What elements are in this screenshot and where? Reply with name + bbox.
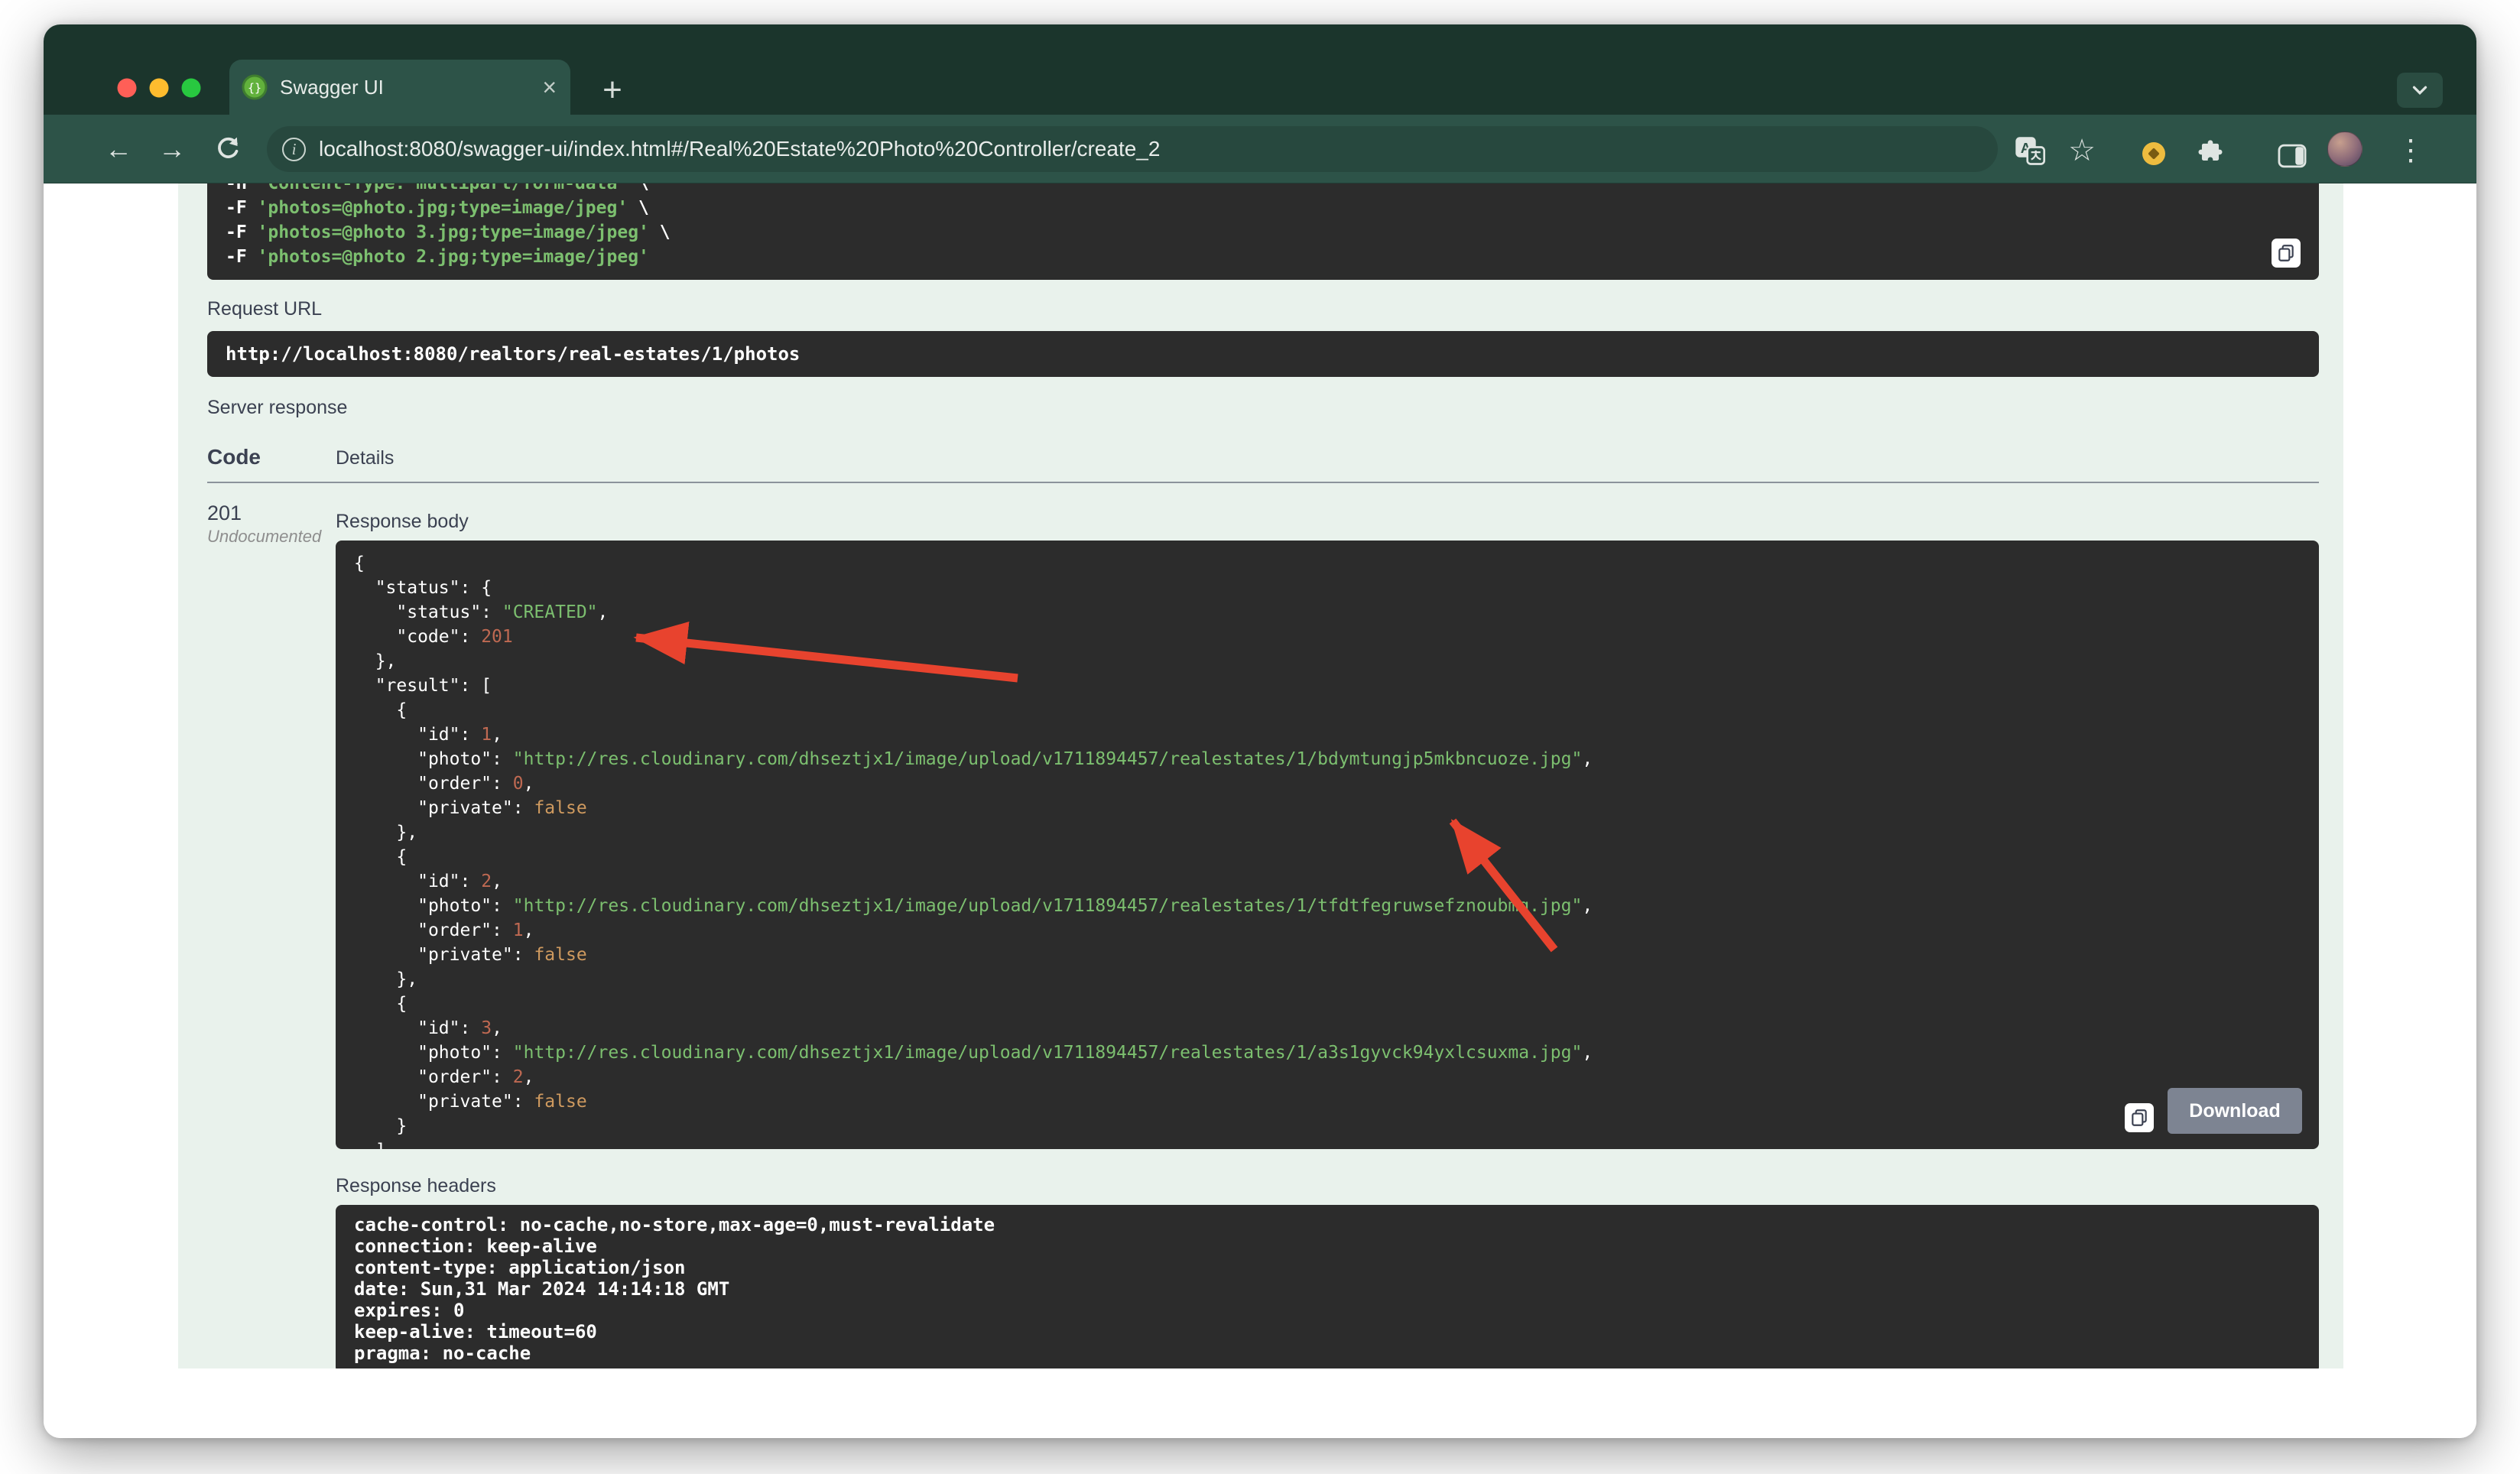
code-line: "status": {: [375, 578, 492, 598]
code-line: date: Sun,31 Mar 2024 14:14:18 GMT: [354, 1278, 730, 1300]
minimize-window-button[interactable]: [149, 78, 169, 98]
copy-curl-button[interactable]: [2272, 239, 2301, 268]
copy-icon: [2278, 245, 2294, 261]
code-line: "status": "CREATED",: [396, 602, 609, 622]
browser-window: {} Swagger UI × + ← → i localhost:8080/s…: [44, 24, 2476, 1438]
details-column-header: Details: [336, 447, 395, 469]
translate-button[interactable]: A: [2009, 130, 2051, 173]
code-line: "id": 1,: [417, 725, 502, 745]
response-code-cell: 201 Undocumented: [207, 483, 336, 1368]
reload-icon: [218, 137, 239, 158]
swagger-operation-panel: -H 'Content-Type: multipart/form-data' \…: [178, 183, 2343, 1368]
navigation-bar: ← → i localhost:8080/swagger-ui/index.ht…: [44, 115, 2476, 183]
curl-command-block: -H 'Content-Type: multipart/form-data' \…: [207, 183, 2319, 280]
url-text: localhost:8080/swagger-ui/index.html#/Re…: [319, 137, 1161, 161]
code-line: },: [354, 969, 418, 989]
code-line: keep-alive: timeout=60: [354, 1321, 597, 1343]
code-column-header: Code: [207, 445, 261, 469]
profile-avatar[interactable]: [2327, 131, 2362, 167]
extensions-button[interactable]: [2189, 131, 2232, 174]
gold-extension-icon: [2142, 142, 2165, 165]
code-line: -F 'photos=@photo.jpg;type=image/jpeg' \: [226, 198, 649, 218]
status-code: 201: [207, 502, 242, 524]
code-line: },: [354, 823, 418, 843]
bookmark-star-icon[interactable]: ☆: [2060, 129, 2103, 172]
tab-strip: {} Swagger UI × +: [44, 24, 2476, 115]
code-line: connection: keep-alive: [354, 1235, 597, 1257]
site-info-icon[interactable]: i: [282, 138, 306, 161]
code-line: -F 'photos=@photo 2.jpg;type=image/jpeg': [226, 247, 649, 267]
code-line: "result": [: [375, 676, 492, 696]
code-line: ]: [354, 1138, 2301, 1149]
code-line: "order": 0,: [417, 774, 534, 794]
forward-button[interactable]: →: [151, 128, 193, 170]
code-line: "code": 201: [396, 627, 513, 647]
code-line: -F 'photos=@photo 3.jpg;type=image/jpeg'…: [226, 222, 671, 242]
copy-icon: [2132, 1109, 2147, 1126]
code-line: cache-control: no-cache,no-store,max-age…: [354, 1214, 995, 1235]
copy-response-button[interactable]: [2125, 1103, 2154, 1132]
code-line: {: [354, 994, 408, 1014]
response-row: 201 Undocumented Response body Download: [207, 483, 2319, 1368]
response-headers-label: Response headers: [336, 1175, 496, 1196]
new-tab-button[interactable]: +: [591, 69, 634, 112]
code-line: {: [354, 554, 365, 573]
code-line: }: [354, 1116, 408, 1136]
code-line: "order": 2,: [417, 1067, 534, 1087]
back-button[interactable]: ←: [97, 128, 140, 170]
code-line: "order": 1,: [417, 920, 534, 940]
code-line: "id": 3,: [417, 1018, 502, 1038]
translate-icon: A: [2015, 137, 2046, 165]
svg-text:{}: {}: [248, 81, 261, 95]
browser-tab[interactable]: {} Swagger UI ×: [229, 60, 570, 115]
request-url-label: Request URL: [207, 298, 323, 320]
page-content: -H 'Content-Type: multipart/form-data' \…: [44, 183, 2476, 1438]
code-line: {: [354, 700, 408, 720]
download-button[interactable]: Download: [2168, 1088, 2302, 1134]
code-line: "private": false: [417, 798, 587, 818]
response-details-cell: Response body Download { "status": { "st…: [336, 483, 2319, 1368]
window-controls: [117, 78, 201, 98]
undocumented-note: Undocumented: [207, 527, 322, 546]
code-line: {: [354, 847, 408, 867]
code-line: -H 'Content-Type: multipart/form-data' \: [226, 183, 649, 193]
request-url-value: http://localhost:8080/realtors/real-esta…: [207, 331, 2319, 377]
code-line: "photo": "http://res.cloudinary.com/dhse…: [417, 749, 1593, 769]
code-line: expires: 0: [354, 1300, 465, 1321]
code-line: pragma: no-cache: [354, 1343, 531, 1364]
response-body-label: Response body: [336, 511, 469, 532]
code-line: "id": 2,: [417, 872, 502, 891]
server-response-label: Server response: [207, 397, 348, 418]
zoom-window-button[interactable]: [181, 78, 201, 98]
side-panel-button[interactable]: [2271, 135, 2314, 177]
code-line: "private": false: [417, 945, 587, 965]
code-line: "photo": "http://res.cloudinary.com/dhse…: [417, 896, 1593, 916]
tab-close-icon[interactable]: ×: [542, 75, 557, 99]
code-line: "private": false: [417, 1092, 587, 1112]
code-line: },: [354, 651, 397, 671]
tab-search-chevron-button[interactable]: [2397, 73, 2443, 108]
reload-button[interactable]: [206, 128, 248, 170]
browser-menu-kebab-icon[interactable]: ⋮: [2389, 128, 2432, 171]
response-headers-block: cache-control: no-cache,no-store,max-age…: [336, 1205, 2319, 1368]
tab-title: Swagger UI: [280, 75, 384, 99]
response-body-block: Download { "status": { "status": "CREATE…: [336, 541, 2319, 1149]
swagger-favicon-icon: {}: [242, 74, 268, 100]
chevron-down-icon: [2412, 86, 2427, 96]
close-window-button[interactable]: [117, 78, 137, 98]
code-line: content-type: application/json: [354, 1257, 686, 1278]
extensions-puzzle-icon: [2198, 140, 2223, 161]
side-panel-icon: [2278, 144, 2307, 168]
response-table-header: Code Details: [207, 445, 2319, 483]
code-line: "photo": "http://res.cloudinary.com/dhse…: [417, 1043, 1593, 1063]
pinned-extension-button[interactable]: [2132, 132, 2175, 175]
